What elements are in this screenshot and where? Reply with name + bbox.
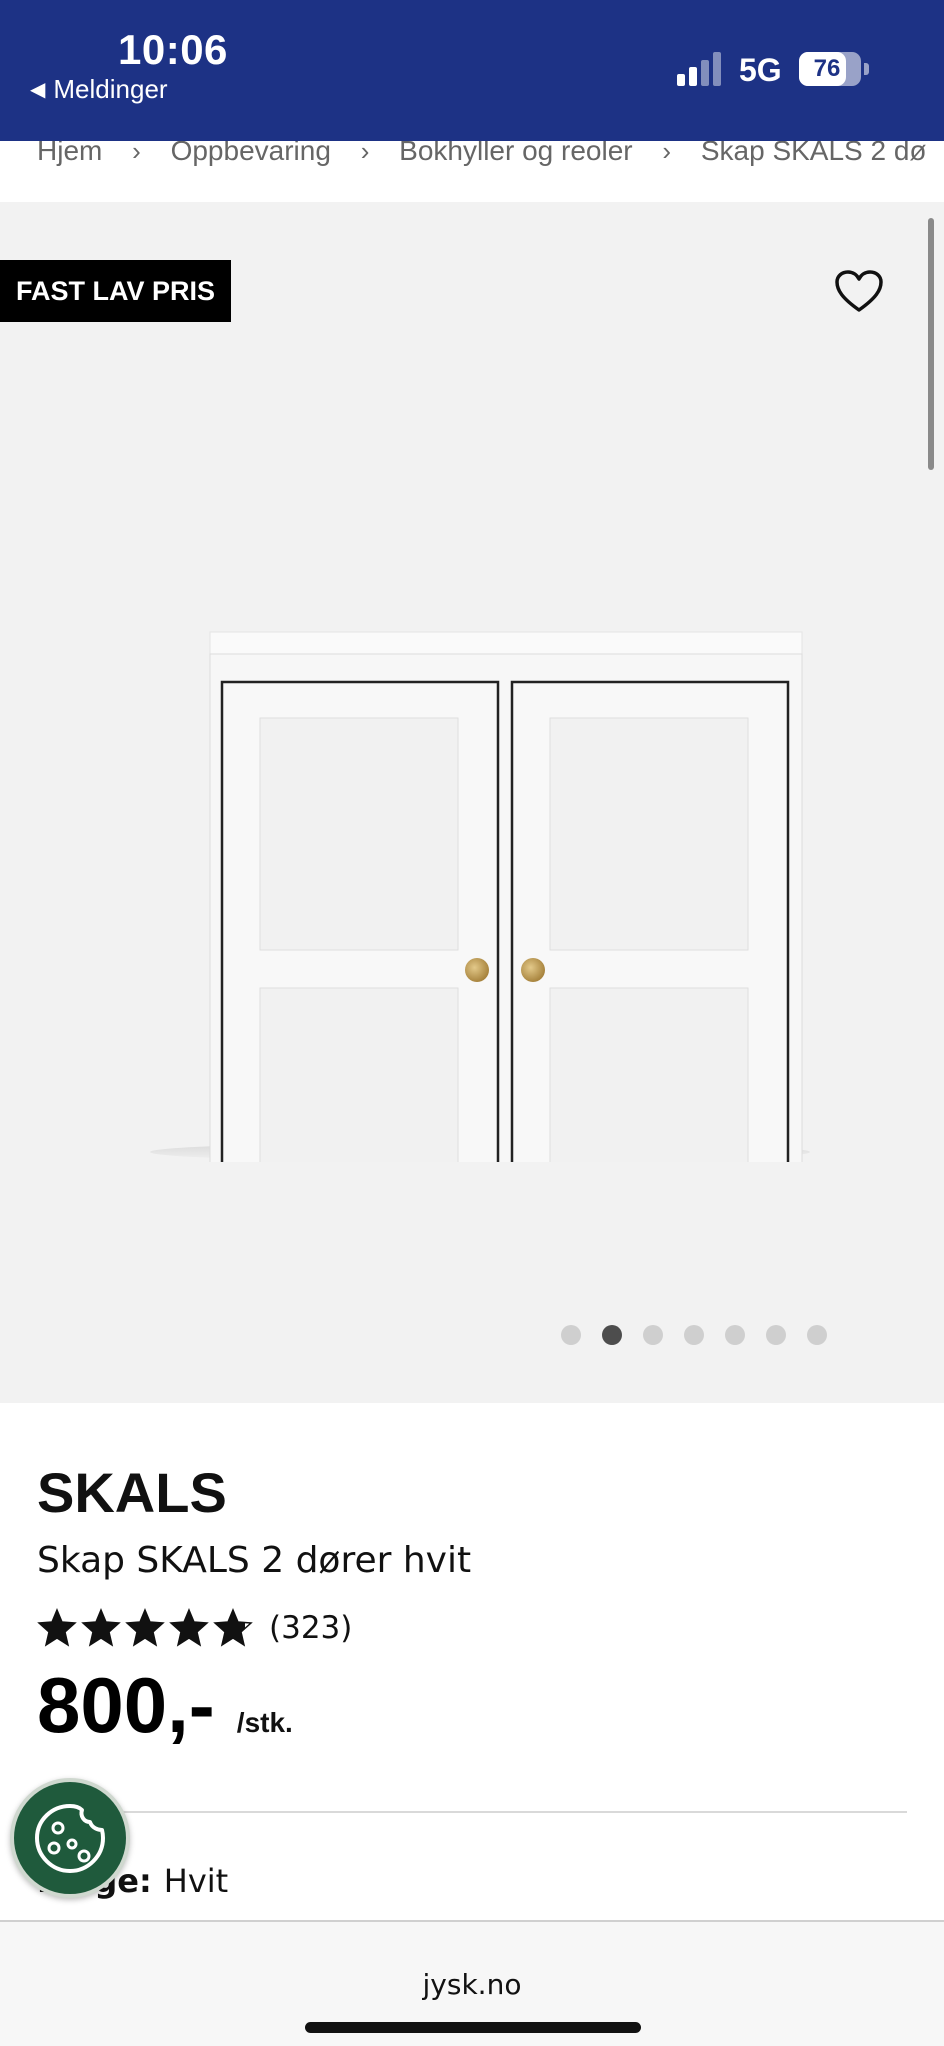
pagination-dot[interactable] [561,1325,581,1345]
gallery-pagination[interactable] [561,1325,827,1345]
home-indicator[interactable] [305,2022,641,2033]
product-brand: SKALS [37,1461,227,1524]
back-app-label: Meldinger [53,74,168,104]
breadcrumb-item-hjem[interactable]: Hjem [37,141,102,167]
product-name: Skap SKALS 2 dører hvit [37,1540,472,1581]
pagination-dot[interactable] [766,1325,786,1345]
battery-level: 76 [813,55,841,82]
cookie-icon [35,1804,105,1873]
battery-icon: 76 [799,52,861,86]
breadcrumb-item-current: Skap SKALS 2 dø [700,141,927,166]
heart-outline-icon[interactable] [834,270,884,314]
product-gallery[interactable]: FAST LAV PRIS [0,202,944,1403]
browser-address-bar[interactable]: jysk.no [0,1920,944,2046]
back-to-app-button[interactable]: ◀ Meldinger [30,74,168,105]
signal-bars-icon [677,52,721,86]
back-caret-icon: ◀ [30,79,46,101]
pagination-dot[interactable] [643,1325,663,1345]
review-count[interactable]: (323) [269,1610,352,1646]
star-icon [81,1608,121,1647]
status-time: 10:06 [118,26,228,73]
price-unit: /stk. [236,1707,293,1738]
breadcrumb-item-bokhyller[interactable]: Bokhyller og reoler [399,141,632,167]
pagination-dot[interactable] [807,1325,827,1345]
star-icon [213,1608,253,1647]
network-type: 5G [739,52,782,88]
price-row: 800,- /stk. [37,1660,293,1751]
product-price: 800,- [37,1661,215,1749]
star-icon [37,1608,77,1647]
rating-stars [37,1608,253,1648]
breadcrumb-item-oppbevaring[interactable]: Oppbevaring [171,141,331,167]
url-label[interactable]: jysk.no [0,1968,944,2001]
cookie-settings-button[interactable] [10,1778,130,1898]
chevron-right-icon: › [360,141,370,166]
chevron-right-icon: › [132,141,141,166]
chevron-right-icon: › [662,141,672,166]
color-value: Hvit [163,1862,229,1900]
star-icon [169,1608,209,1647]
divider [37,1811,907,1813]
battery-tip [864,63,869,75]
product-rating[interactable]: (323) [37,1604,352,1652]
cabinet-product-image [150,631,810,1162]
pagination-dot[interactable] [684,1325,704,1345]
pagination-dot[interactable] [602,1325,622,1345]
star-icon [125,1608,165,1647]
status-bar: 10:06 ◀ Meldinger 5G 76 [0,0,944,141]
scrollbar-thumb[interactable] [928,218,934,470]
pagination-dot[interactable] [725,1325,745,1345]
breadcrumb: Hjem › Oppbevaring › Bokhyller og reoler… [0,141,944,202]
price-badge: FAST LAV PRIS [0,260,232,322]
